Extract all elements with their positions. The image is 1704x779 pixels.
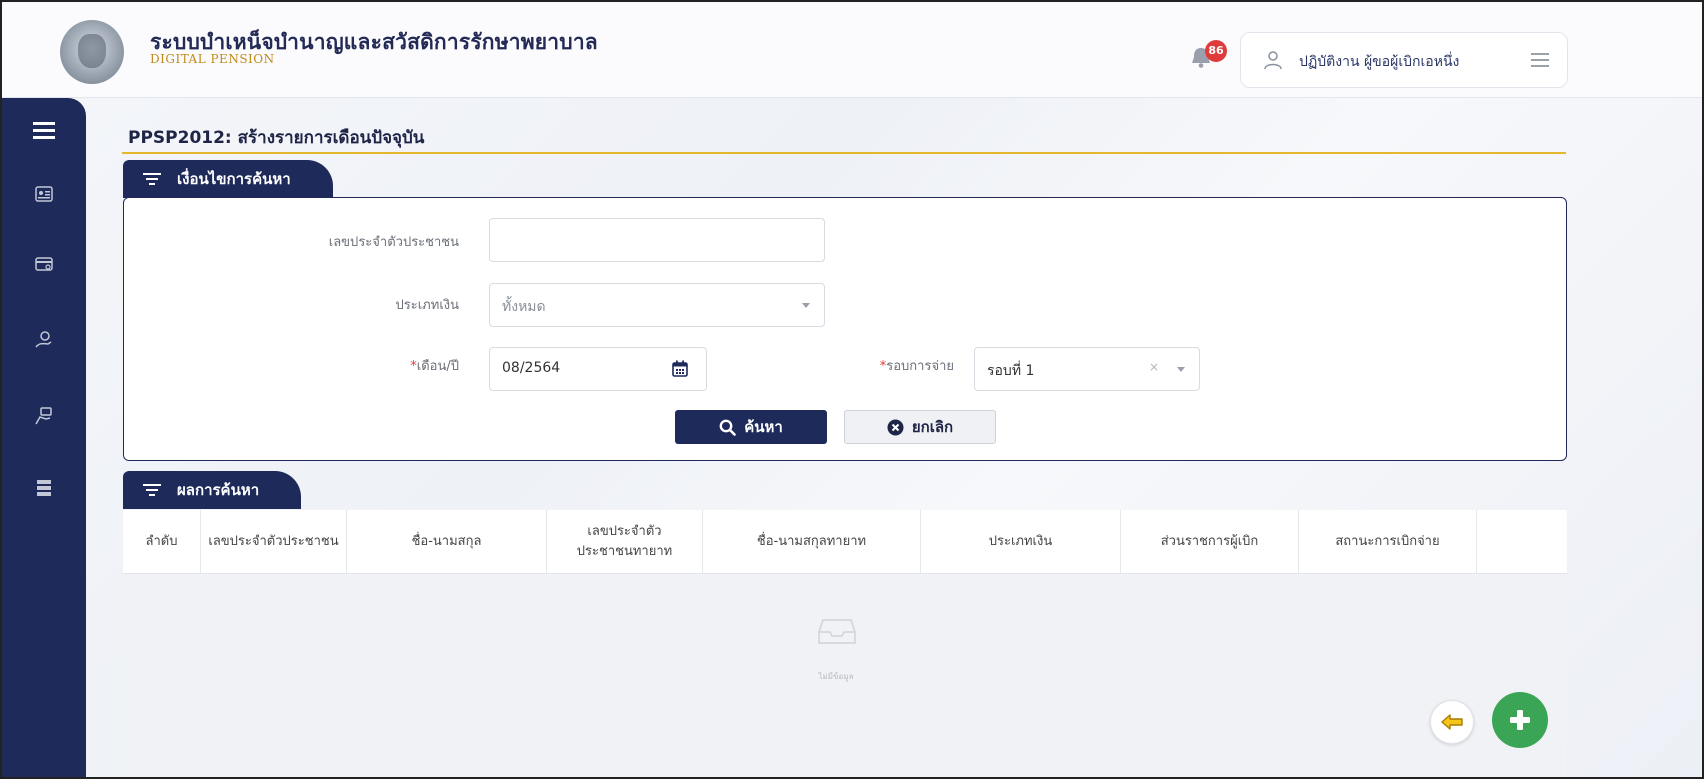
plus-icon <box>1510 710 1530 730</box>
user-name: ปฏิบัติงาน ผู้ขอผู้เบิกเอหนึ่ง <box>1299 54 1460 70</box>
results-table-header: ลำดับ เลขประจำตัวประชาชน ชื่อ-นามสกุล เล… <box>123 510 1567 574</box>
top-header: ระบบบำเหน็จบำนาญและสวัสดิการรักษาพยาบาล … <box>2 2 1702 98</box>
cancel-button-label: ยกเลิก <box>911 418 954 436</box>
search-section-title: เงื่อนไขการค้นหา <box>177 170 291 188</box>
money-type-value: ทั้งหมด <box>502 299 546 315</box>
arrow-left-icon <box>1441 714 1463 730</box>
column-header[interactable]: ชื่อ-นามสกุลทายาท <box>703 510 921 574</box>
hand-coin-icon[interactable] <box>2 396 86 436</box>
search-icon <box>719 419 736 436</box>
month-year-value: 08/2564 <box>502 360 561 376</box>
search-button-label: ค้นหา <box>744 418 783 436</box>
column-header[interactable]: ลำดับ <box>123 510 201 574</box>
calendar-icon[interactable] <box>672 360 688 377</box>
user-profile-button[interactable]: ปฏิบัติงาน ผู้ขอผู้เบิกเอหนึ่ง <box>1240 32 1568 88</box>
filter-icon <box>143 483 161 497</box>
hamburger-menu-icon[interactable] <box>1531 53 1549 67</box>
department-logo <box>60 20 124 84</box>
back-button[interactable] <box>1430 700 1474 744</box>
search-panel: เลขประจำตัวประชาชน ประเภทเงิน ทั้งหมด *เ… <box>123 197 1567 461</box>
user-icon <box>1264 51 1282 70</box>
money-type-label: ประเภทเงิน <box>395 298 459 313</box>
citizen-id-input[interactable] <box>489 218 825 262</box>
cancel-button[interactable]: ยกเลิก <box>844 410 996 444</box>
column-header[interactable]: ประเภทเงิน <box>921 510 1121 574</box>
column-header[interactable]: ส่วนราชการผู้เบิก <box>1121 510 1299 574</box>
chevron-down-icon <box>1177 367 1185 372</box>
payment-round-value: รอบที่ 1 <box>987 363 1035 379</box>
search-button[interactable]: ค้นหา <box>675 410 827 444</box>
app-subtitle: DIGITAL PENSION <box>150 52 275 66</box>
results-table-body: ไม่มีข้อมูล <box>123 574 1567 777</box>
add-button[interactable] <box>1492 692 1548 748</box>
page-title: PPSP2012: สร้างรายการเดือนปัจจุบัน <box>128 128 425 148</box>
month-year-label: *เดือน/ปี <box>410 359 459 374</box>
clear-icon[interactable]: × <box>1149 360 1159 374</box>
title-divider <box>122 152 1566 154</box>
column-header[interactable]: เลขประจำตัว ประชาชนทายาท <box>547 510 703 574</box>
notification-badge: 86 <box>1205 40 1227 62</box>
payment-card-icon[interactable] <box>2 244 86 284</box>
server-icon[interactable] <box>2 468 86 508</box>
hand-money-icon[interactable] <box>2 320 86 360</box>
column-header[interactable]: เลขประจำตัวประชาชน <box>201 510 347 574</box>
payment-round-label: *รอบการจ่าย <box>879 359 954 374</box>
empty-text: ไม่มีข้อมูล <box>818 672 854 681</box>
money-type-select[interactable]: ทั้งหมด <box>489 283 825 327</box>
sidebar-toggle-icon[interactable] <box>2 110 86 150</box>
column-header[interactable]: สถานะการเบิกจ่าย <box>1299 510 1477 574</box>
chevron-down-icon <box>802 303 810 308</box>
column-header[interactable]: ชื่อ-นามสกุล <box>347 510 547 574</box>
empty-inbox-icon <box>818 619 856 644</box>
app-frame: ระบบบำเหน็จบำนาญและสวัสดิการรักษาพยาบาล … <box>0 0 1704 779</box>
citizen-id-label: เลขประจำตัวประชาชน <box>328 235 459 250</box>
id-card-icon[interactable] <box>2 174 86 214</box>
search-section-tab: เงื่อนไขการค้นหา <box>123 160 333 198</box>
close-circle-icon <box>887 419 904 435</box>
sidebar <box>2 98 86 777</box>
payment-round-select[interactable]: รอบที่ 1 × <box>974 347 1200 391</box>
results-section-tab: ผลการค้นหา <box>123 471 301 509</box>
filter-icon <box>143 172 161 186</box>
month-year-input[interactable]: 08/2564 <box>489 347 707 391</box>
results-section-title: ผลการค้นหา <box>177 481 260 499</box>
